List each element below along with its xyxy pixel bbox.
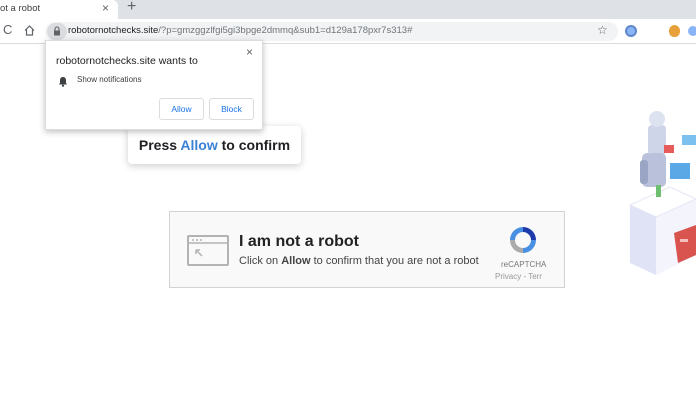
window-icon: [187, 235, 229, 266]
url-host: robotornotchecks.site: [68, 25, 159, 36]
captcha-sub-suffix: to confirm that you are not a robot: [310, 255, 479, 267]
address-bar[interactable]: robotornotchecks.site/?p=gmzggzlfgi5gi3b…: [45, 22, 618, 41]
tab-title: ot a robot: [0, 3, 41, 14]
browser-tab[interactable]: ot a robot ×: [0, 0, 118, 19]
popup-title: robotornotchecks.site wants to: [56, 55, 198, 67]
captcha-sub-bold: Allow: [281, 255, 311, 267]
robot-illustration: [620, 105, 696, 280]
home-icon[interactable]: [24, 23, 35, 41]
url-path: /?p=gmzggzlfgi5gi3bpge2dmmq&sub1=d129a17…: [158, 25, 413, 36]
bell-icon: [58, 74, 68, 92]
press-allow-banner: Press Allow to confirm: [128, 126, 301, 164]
fake-captcha-box[interactable]: I am not a robot Click on Allow to confi…: [169, 211, 565, 288]
captcha-sub-prefix: Click on: [239, 255, 282, 267]
extension-icon[interactable]: [688, 26, 696, 36]
notification-permission-popup: robotornotchecks.site wants to × Show no…: [45, 40, 263, 130]
recaptcha-logo-icon: [507, 224, 539, 261]
press-prefix: Press: [138, 137, 181, 153]
recaptcha-brand: reCAPTCHA: [501, 260, 547, 269]
recaptcha-links[interactable]: Privacy - Terr: [495, 272, 542, 281]
lock-icon[interactable]: [47, 23, 67, 40]
block-button[interactable]: Block: [209, 98, 254, 120]
star-icon[interactable]: ☆: [597, 23, 608, 37]
tab-close-icon[interactable]: ×: [102, 1, 109, 15]
press-suffix: to confirm: [217, 137, 291, 153]
tab-strip: ot a robot × +: [0, 0, 696, 19]
extension-profile-icon[interactable]: [669, 25, 680, 37]
show-notifications-label: Show notifications: [77, 75, 142, 84]
extension-globe-icon[interactable]: [625, 25, 637, 37]
allow-button[interactable]: Allow: [159, 98, 204, 120]
new-tab-button[interactable]: +: [127, 0, 136, 16]
captcha-subtitle: Click on Allow to confirm that you are n…: [239, 255, 479, 267]
popup-close-icon[interactable]: ×: [246, 45, 253, 59]
reload-icon[interactable]: C: [3, 22, 12, 37]
press-highlight: Allow: [180, 137, 218, 153]
url-text[interactable]: robotornotchecks.site/?p=gmzggzlfgi5gi3b…: [68, 25, 412, 36]
captcha-title: I am not a robot: [239, 233, 359, 250]
